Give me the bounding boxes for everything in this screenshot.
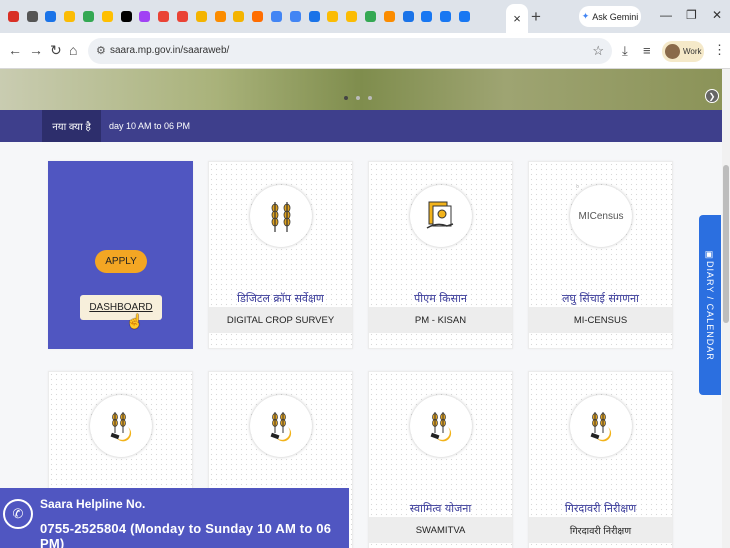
mi-census-image: MICensus [570, 185, 632, 247]
tab-favicon[interactable] [342, 0, 361, 33]
service-card-mi-census[interactable]: ▫ MICensus लघु सिंचाई संगणना MI-CENSUS [528, 161, 673, 349]
card-title-hindi: लघु सिंचाई संगणना [561, 292, 639, 305]
helpline-number: 0755-2525804 (Monday to Sunday 10 AM to … [40, 521, 332, 548]
banner-carousel: ❯ [0, 69, 722, 110]
minimize-icon[interactable]: — [660, 8, 672, 22]
reload-icon[interactable]: ↻ [50, 42, 62, 59]
tab-favicon[interactable] [23, 0, 42, 33]
ticker-label: नया क्या है [42, 110, 101, 142]
avatar [665, 44, 680, 59]
new-tab-button[interactable]: + [531, 7, 541, 27]
card-title-hindi: पीएम किसान [414, 292, 467, 305]
url-text[interactable]: saara.mp.gov.in/saaraweb/ [110, 45, 229, 56]
service-card-pm-kisan[interactable]: पीएम किसान PM - KISAN [368, 161, 513, 349]
tab-favicon[interactable] [305, 0, 324, 33]
active-tab[interactable]: × [506, 4, 528, 33]
tab-strip: × + ✦ Ask Gemini — ❐ ✕ [0, 0, 730, 33]
tab-favicon[interactable] [361, 0, 380, 33]
ask-gemini-button[interactable]: ✦ Ask Gemini [579, 6, 641, 27]
forward-icon[interactable]: → [29, 42, 43, 58]
tab-favicon[interactable] [436, 0, 455, 33]
card-title-hindi: डिजिटल क्रॉप सर्वेक्षण [237, 292, 324, 305]
whatsapp-icon[interactable]: ✆ [3, 499, 33, 529]
scroll-thumb[interactable] [723, 165, 729, 323]
diary-calendar-tab[interactable]: ▣ DIARY / CALENDAR [699, 215, 721, 395]
ticker-text: day 10 AM to 06 PM [109, 121, 191, 131]
tab-favicon[interactable] [324, 0, 343, 33]
apply-card: APPLY DASHBOARD [48, 161, 193, 349]
tab-favicon[interactable] [4, 0, 23, 33]
tab-favicon[interactable] [60, 0, 79, 33]
card-title-english: DIGITAL CROP SURVEY [209, 307, 352, 333]
diary-calendar-label: DIARY / CALENDAR [705, 260, 715, 361]
tab-favicon[interactable] [173, 0, 192, 33]
broken-image-icon: ▫ [576, 182, 579, 191]
tab-favicon[interactable] [192, 0, 211, 33]
service-card-digital-crop-survey[interactable]: डिजिटल क्रॉप सर्वेक्षण DIGITAL CROP SURV… [208, 161, 353, 349]
profile-button[interactable]: Work [662, 41, 704, 62]
tab-favicon[interactable] [98, 0, 117, 33]
home-icon[interactable]: ⌂ [69, 42, 77, 58]
close-tab-icon[interactable]: × [513, 11, 521, 26]
menu-icon[interactable]: ⋮ [713, 42, 726, 58]
tab-favicon[interactable] [248, 0, 267, 33]
address-bar[interactable]: ⚙ saara.mp.gov.in/saaraweb/ ☆ [88, 38, 612, 64]
tab-favicon[interactable] [230, 0, 249, 33]
tab-favicon[interactable] [154, 0, 173, 33]
card-title-english: SWAMITVA [369, 517, 512, 543]
gemini-icon: ✦ [581, 11, 590, 21]
profile-label: Work [683, 47, 702, 56]
page-scrollbar[interactable] [722, 69, 730, 548]
card-title-english: PM - KISAN [369, 307, 512, 333]
crop-moon-icon [570, 395, 632, 457]
tab-favicon[interactable] [455, 0, 474, 33]
restore-icon[interactable]: ❐ [686, 8, 697, 22]
reading-list-icon[interactable]: ≡ [643, 43, 651, 58]
download-icon[interactable]: ⤓ [622, 43, 628, 59]
carousel-dots[interactable] [344, 96, 372, 100]
helpline-banner: ✆ Saara Helpline No. 0755-2525804 (Monda… [0, 488, 349, 548]
dashboard-button[interactable]: DASHBOARD [80, 295, 162, 320]
tab-favicon[interactable] [136, 0, 155, 33]
carousel-next-icon[interactable]: ❯ [705, 89, 719, 103]
service-card-swamitva[interactable]: स्वामित्व योजना SWAMITVA [368, 371, 513, 548]
tab-favicon[interactable] [42, 0, 61, 33]
tab-favicon[interactable] [211, 0, 230, 33]
crop-icon [250, 185, 312, 247]
browser-toolbar: ← → ↻ ⌂ ⚙ saara.mp.gov.in/saaraweb/ ☆ ⤓ … [0, 33, 730, 69]
card-title-hindi: गिरदावरी निरीक्षण [564, 502, 637, 515]
apply-button[interactable]: APPLY [95, 250, 147, 273]
helpline-title: Saara Helpline No. [40, 497, 146, 511]
image-alt-text: MICensus [578, 210, 624, 222]
pm-kisan-icon [410, 185, 472, 247]
card-title-english: गिरदावरी निरीक्षण [529, 517, 672, 543]
tab-favicon[interactable] [286, 0, 305, 33]
service-card-girdawari[interactable]: गिरदावरी निरीक्षण गिरदावरी निरीक्षण [528, 371, 673, 548]
tab-favicon[interactable] [380, 0, 399, 33]
tab-favicon[interactable] [79, 0, 98, 33]
news-ticker: नया क्या है day 10 AM to 06 PM [0, 110, 722, 142]
crop-moon-icon [410, 395, 472, 457]
tab-favicon[interactable] [267, 0, 286, 33]
web-page: ❯ नया क्या है day 10 AM to 06 PM APPLY D… [0, 69, 730, 548]
bookmark-star-icon[interactable]: ☆ [592, 43, 604, 59]
tab-favicons [0, 0, 474, 33]
close-window-icon[interactable]: ✕ [712, 8, 722, 22]
calendar-icon: ▣ [705, 249, 715, 261]
card-title-english: MI-CENSUS [529, 307, 672, 333]
crop-moon-icon [90, 395, 152, 457]
tab-favicon[interactable] [117, 0, 136, 33]
tab-favicon[interactable] [399, 0, 418, 33]
mouse-cursor-icon: ☝ [126, 313, 144, 329]
ask-gemini-label: Ask Gemini [592, 11, 639, 22]
back-icon[interactable]: ← [8, 42, 22, 58]
card-title-hindi: स्वामित्व योजना [409, 502, 472, 515]
crop-moon-icon [250, 395, 312, 457]
tab-favicon[interactable] [418, 0, 437, 33]
site-info-icon[interactable]: ⚙ [96, 44, 106, 57]
